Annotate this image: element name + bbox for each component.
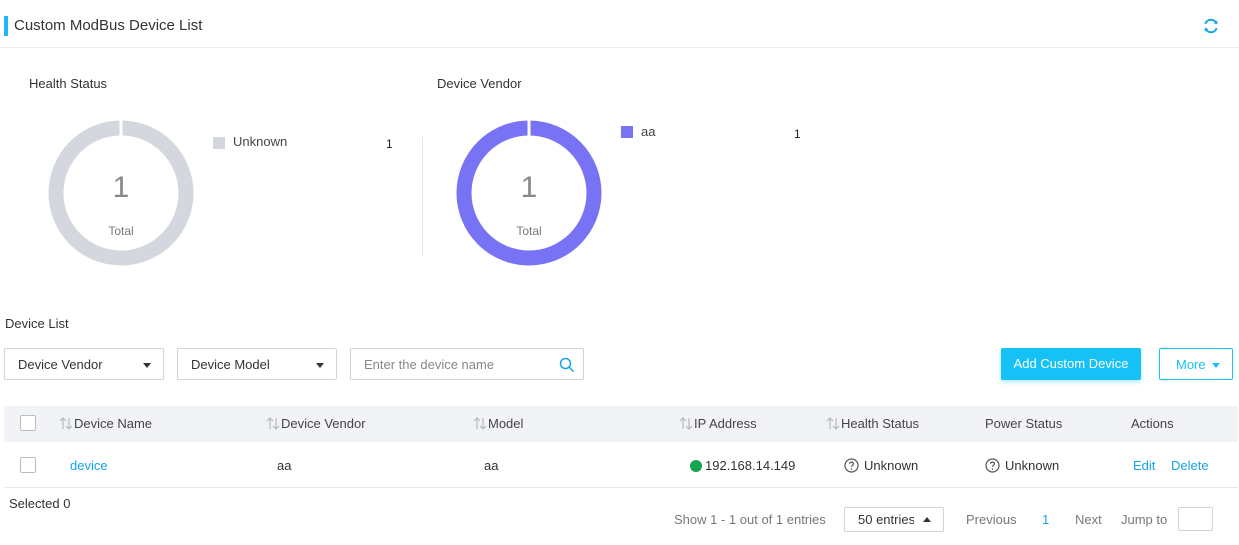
sort-icon (679, 417, 693, 430)
device-list-label: Device List (5, 316, 69, 331)
device-name-link[interactable]: device (70, 458, 108, 473)
legend-label-unknown: Unknown (233, 134, 288, 149)
sort-icon (59, 417, 73, 430)
legend-label-aa: aa (641, 124, 656, 139)
previous-page-button[interactable]: Previous (966, 512, 1017, 527)
table-header: Device Name Device Vendor Model IP Addre… (4, 406, 1238, 442)
chart-divider (422, 137, 423, 257)
online-status-dot (690, 460, 702, 472)
column-power-status: Power Status (985, 416, 1063, 431)
ip-address-value: 192.168.14.149 (705, 458, 796, 473)
column-device-name[interactable]: Device Name (59, 416, 152, 431)
sort-icon (826, 417, 840, 430)
add-custom-device-button[interactable]: Add Custom Device (1001, 348, 1141, 380)
sort-icon (266, 417, 280, 430)
health-status-cell: Unknown (844, 458, 918, 473)
refresh-icon[interactable] (1202, 17, 1220, 35)
question-circle-icon (985, 458, 1000, 473)
ip-address-cell: 192.168.14.149 (690, 458, 795, 473)
sort-icon (473, 417, 487, 430)
legend-value-aa: 1 (794, 127, 801, 141)
selected-count: Selected 0 (9, 496, 71, 511)
device-name-search (350, 348, 584, 380)
select-all-checkbox[interactable] (20, 415, 36, 431)
caret-down-icon (316, 363, 324, 368)
health-status-title: Health Status (29, 76, 108, 91)
column-ip-address-label: IP Address (694, 416, 757, 431)
page-size-select[interactable]: 50 entries (844, 507, 944, 532)
health-status-value: Unknown (864, 458, 919, 473)
column-device-vendor[interactable]: Device Vendor (266, 416, 366, 431)
legend-swatch-unknown (213, 137, 225, 149)
power-status-cell: Unknown (985, 458, 1059, 473)
column-health-status-label: Health Status (841, 416, 920, 431)
column-actions: Actions (1131, 416, 1174, 431)
next-page-button[interactable]: Next (1075, 512, 1102, 527)
page-size-label: 50 entries (858, 512, 914, 527)
search-icon[interactable] (559, 357, 575, 373)
question-circle-icon (844, 458, 859, 473)
vendor-total-label: Total (516, 224, 542, 238)
row-checkbox[interactable] (20, 457, 36, 473)
column-model[interactable]: Model (473, 416, 523, 431)
health-total-label: Total (108, 224, 134, 238)
column-device-vendor-label: Device Vendor (281, 416, 366, 431)
device-vendor-cell: aa (277, 458, 292, 473)
vendor-total-value: 1 (520, 171, 538, 204)
page-header: Custom ModBus Device List (0, 0, 1239, 48)
column-device-name-label: Device Name (74, 416, 153, 431)
more-button[interactable]: More (1159, 348, 1233, 380)
device-vendor-select[interactable]: Device Vendor (4, 348, 164, 380)
device-model-select-label: Device Model (191, 357, 270, 372)
model-cell: aa (484, 458, 499, 473)
legend-value-unknown: 1 (386, 137, 393, 151)
caret-down-icon (1212, 363, 1220, 368)
health-total-value: 1 (112, 171, 130, 204)
device-model-select[interactable]: Device Model (177, 348, 337, 380)
column-model-label: Model (488, 416, 524, 431)
caret-up-icon (923, 517, 931, 522)
device-vendor-select-label: Device Vendor (18, 357, 103, 372)
pagination-summary: Show 1 - 1 out of 1 entries (674, 512, 826, 527)
more-button-label: More (1176, 357, 1206, 372)
jump-to-label: Jump to (1121, 512, 1168, 527)
title-accent-bar (4, 16, 8, 36)
column-health-status[interactable]: Health Status (826, 416, 919, 431)
edit-link[interactable]: Edit (1133, 458, 1155, 473)
page-title: Custom ModBus Device List (14, 17, 203, 34)
delete-link[interactable]: Delete (1171, 458, 1209, 473)
table-row: device aa aa 192.168.14.149 Unknown Unkn… (4, 442, 1238, 488)
jump-to-input[interactable] (1178, 507, 1213, 531)
legend-swatch-aa (621, 126, 633, 138)
caret-down-icon (143, 363, 151, 368)
device-name-search-input[interactable] (352, 350, 552, 378)
page-1-button[interactable]: 1 (1042, 512, 1049, 527)
power-status-value: Unknown (1005, 458, 1060, 473)
device-vendor-title: Device Vendor (437, 76, 522, 91)
column-ip-address[interactable]: IP Address (679, 416, 757, 431)
